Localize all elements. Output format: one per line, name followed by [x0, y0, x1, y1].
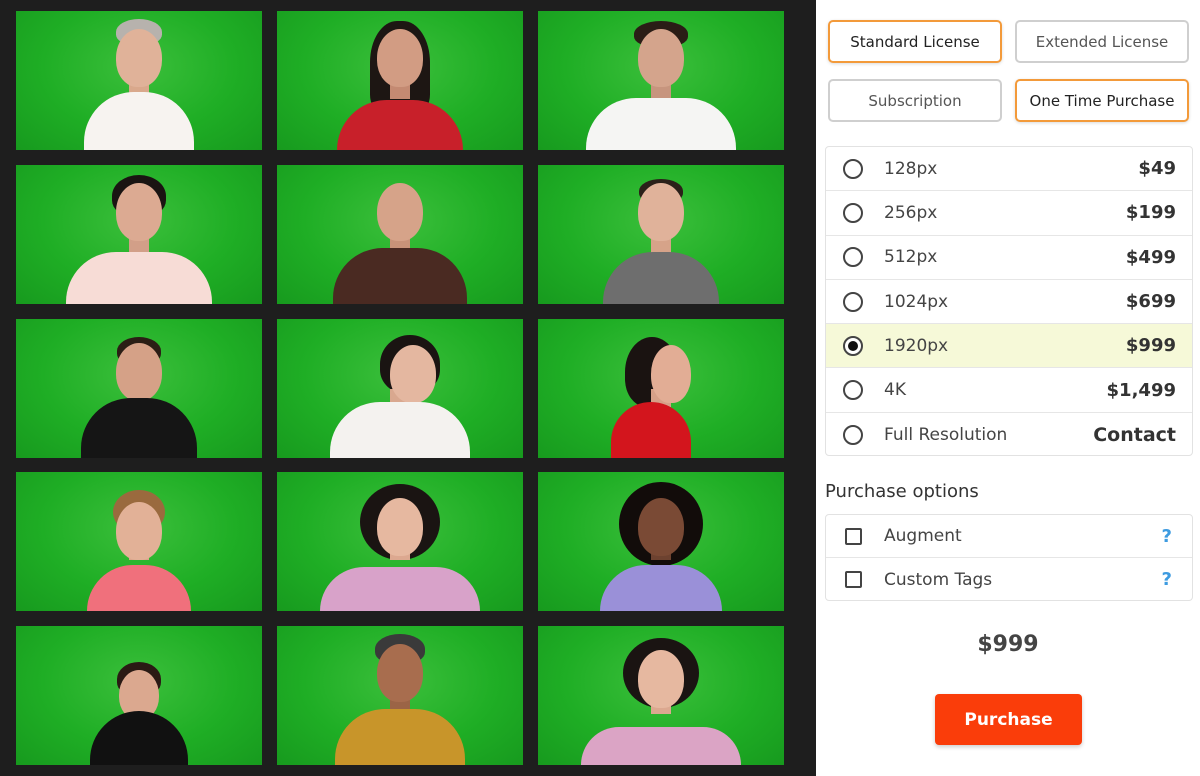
size-price: $49 — [1138, 158, 1176, 180]
size-label: Full Resolution — [884, 424, 1008, 445]
size-price: $499 — [1125, 246, 1176, 268]
size-label: 128px — [884, 158, 938, 179]
gallery-image[interactable] — [16, 626, 262, 765]
augment-checkbox[interactable] — [845, 527, 862, 545]
option-custom-tags[interactable]: Custom Tags ? — [826, 558, 1192, 601]
purchase-button[interactable]: Purchase — [935, 694, 1082, 745]
portrait — [277, 626, 523, 765]
help-icon[interactable]: ? — [1162, 526, 1172, 547]
portrait — [277, 11, 523, 150]
radio-button[interactable] — [843, 202, 863, 223]
size-option-256px[interactable]: 256px $199 — [826, 191, 1192, 236]
radio-button[interactable] — [843, 158, 863, 179]
size-price: $199 — [1125, 202, 1176, 224]
radio-button[interactable] — [843, 291, 863, 312]
size-label: 4K — [884, 380, 906, 401]
radio-button-selected[interactable] — [843, 335, 863, 356]
radio-button[interactable] — [843, 247, 863, 268]
gallery-image[interactable] — [16, 11, 262, 150]
portrait — [538, 165, 784, 304]
size-option-full-resolution[interactable]: Full Resolution Contact — [826, 413, 1192, 457]
size-price: $699 — [1125, 291, 1176, 313]
size-options-list: 128px $49 256px $199 512px $499 1024px $… — [825, 146, 1193, 456]
size-option-1920px[interactable]: 1920px $999 — [826, 324, 1192, 369]
radio-button[interactable] — [843, 424, 863, 445]
gallery-image[interactable] — [16, 165, 262, 304]
extended-license-button[interactable]: Extended License — [1015, 20, 1189, 63]
portrait — [16, 165, 262, 304]
image-gallery — [0, 0, 816, 776]
portrait — [277, 319, 523, 458]
size-option-512px[interactable]: 512px $499 — [826, 236, 1192, 280]
purchase-options-title: Purchase options — [825, 481, 979, 502]
portrait — [538, 626, 784, 765]
gallery-image[interactable] — [538, 626, 784, 765]
portrait — [538, 472, 784, 611]
portrait — [277, 472, 523, 611]
gallery-image[interactable] — [538, 319, 784, 458]
size-option-4k[interactable]: 4K $1,499 — [826, 368, 1192, 413]
option-label: Augment — [884, 526, 962, 546]
size-label: 256px — [884, 202, 938, 223]
size-option-128px[interactable]: 128px $49 — [826, 147, 1192, 192]
gallery-image[interactable] — [538, 472, 784, 611]
gallery-image[interactable] — [277, 472, 523, 611]
option-augment[interactable]: Augment ? — [826, 515, 1192, 558]
gallery-image[interactable] — [277, 165, 523, 304]
subscription-button[interactable]: Subscription — [828, 79, 1002, 122]
gallery-image[interactable] — [277, 319, 523, 458]
size-price: Contact — [1093, 423, 1176, 446]
portrait — [16, 11, 262, 150]
size-price: $1,499 — [1106, 379, 1176, 401]
gallery-image[interactable] — [538, 165, 784, 304]
portrait — [277, 165, 523, 304]
total-price: $999 — [977, 632, 1039, 657]
size-label: 1920px — [884, 335, 949, 356]
portrait — [16, 319, 262, 458]
gallery-image[interactable] — [16, 319, 262, 458]
one-time-purchase-button[interactable]: One Time Purchase — [1015, 79, 1189, 122]
standard-license-button[interactable]: Standard License — [828, 20, 1002, 63]
gallery-image[interactable] — [538, 11, 784, 150]
custom-tags-checkbox[interactable] — [845, 571, 862, 588]
purchase-options-list: Augment ? Custom Tags ? — [825, 514, 1193, 601]
option-label: Custom Tags — [884, 569, 993, 590]
gallery-image[interactable] — [277, 626, 523, 765]
purchase-panel: Standard License Extended License Subscr… — [816, 0, 1200, 776]
size-label: 512px — [884, 247, 938, 268]
portrait — [538, 319, 784, 458]
size-option-1024px[interactable]: 1024px $699 — [826, 280, 1192, 325]
radio-button[interactable] — [843, 380, 863, 401]
gallery-image[interactable] — [16, 472, 262, 611]
gallery-image[interactable] — [277, 11, 523, 150]
help-icon[interactable]: ? — [1162, 569, 1172, 590]
size-price: $999 — [1125, 335, 1176, 357]
size-label: 1024px — [884, 291, 949, 312]
portrait — [16, 626, 262, 765]
portrait — [538, 11, 784, 150]
portrait — [16, 472, 262, 611]
